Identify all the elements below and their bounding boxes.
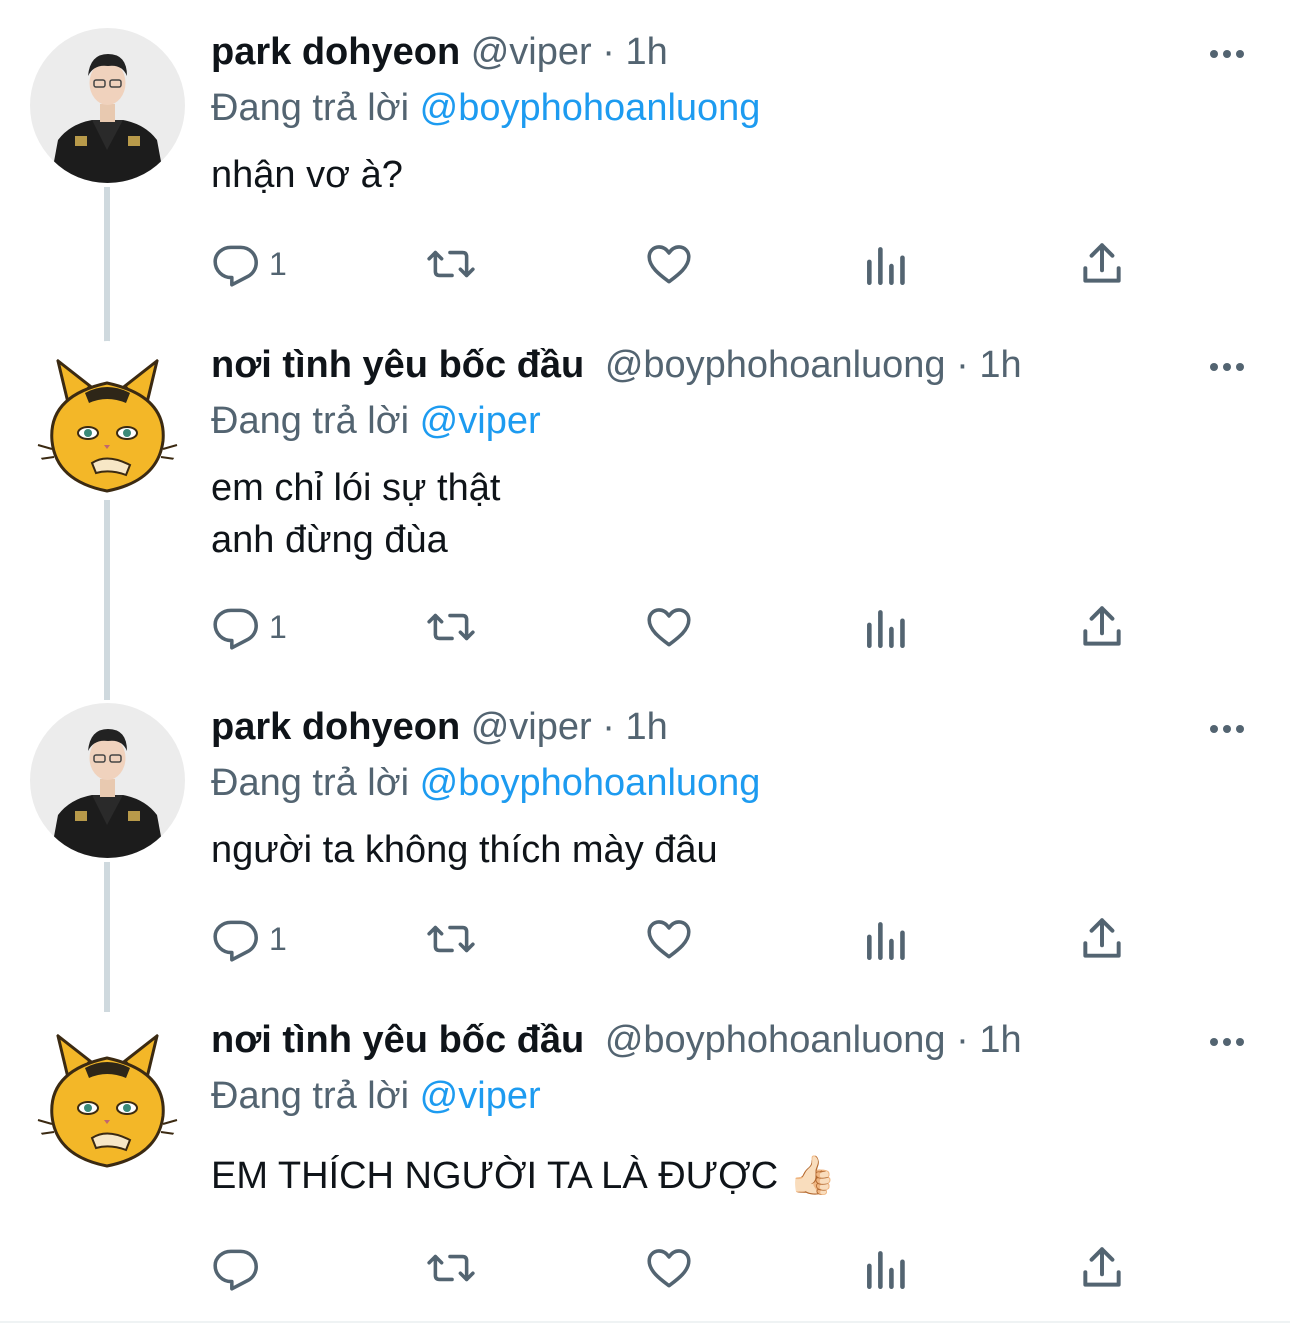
action-bar xyxy=(211,1238,1151,1298)
reply-icon xyxy=(213,245,258,287)
replying-to: Đang trả lời @boyphohoanluong xyxy=(211,757,760,809)
thread-line xyxy=(104,187,110,342)
action-bar: 1 xyxy=(211,234,1151,294)
share-icon xyxy=(1083,1247,1121,1287)
timestamp[interactable]: 1h xyxy=(625,706,667,748)
like-button[interactable] xyxy=(644,909,694,969)
tweet[interactable]: nơi tình yêu bốc đầu @boyphohoanluong · … xyxy=(0,1010,1290,1323)
views-button[interactable] xyxy=(861,597,911,657)
reply-count: 1 xyxy=(269,608,287,645)
tweet-text: EM THÍCH NGƯỜI TA LÀ ĐƯỢC 👍🏻 xyxy=(211,1155,837,1197)
share-button[interactable] xyxy=(1077,597,1127,657)
tweet-text: em chỉ lói sự thật anh đừng đùa xyxy=(211,467,501,561)
replying-label: Đang trả lời xyxy=(211,1075,410,1117)
retweet-button[interactable] xyxy=(426,909,476,969)
retweet-icon xyxy=(427,613,475,641)
tweet-header: park dohyeon @viper · 1h xyxy=(211,697,668,757)
tweet[interactable]: park dohyeon @viper · 1h Đang trả lời @b… xyxy=(0,697,1290,1012)
user-handle[interactable]: @boyphohoanluong xyxy=(605,1019,946,1061)
mention-link[interactable]: @boyphohoanluong xyxy=(420,87,761,129)
separator: · xyxy=(602,706,615,748)
replying-to: Đang trả lời @viper xyxy=(211,1070,541,1122)
like-icon xyxy=(647,608,691,647)
more-icon[interactable] xyxy=(1205,355,1249,379)
display-name[interactable]: nơi tình yêu bốc đầu xyxy=(211,344,584,386)
tweet-header: nơi tình yêu bốc đầu @boyphohoanluong · … xyxy=(211,1010,1022,1070)
tweet[interactable]: nơi tình yêu bốc đầu @boyphohoanluong · … xyxy=(0,335,1290,700)
views-button[interactable] xyxy=(861,1238,911,1298)
mention-link[interactable]: @boyphohoanluong xyxy=(420,762,761,804)
display-name[interactable]: nơi tình yêu bốc đầu xyxy=(211,1019,584,1061)
thread-line xyxy=(104,500,110,700)
reply-button[interactable]: 1 xyxy=(211,234,287,294)
views-icon xyxy=(867,1251,905,1290)
tweet-text: người ta không thích mày đâu xyxy=(211,829,718,871)
display-name[interactable]: park dohyeon xyxy=(211,31,460,73)
views-icon xyxy=(867,922,905,961)
reply-button[interactable] xyxy=(211,1238,269,1298)
user-handle[interactable]: @viper xyxy=(471,31,592,73)
display-name[interactable]: park dohyeon xyxy=(211,706,460,748)
avatar[interactable] xyxy=(30,341,185,496)
thread-line xyxy=(104,862,110,1012)
like-icon xyxy=(647,1249,691,1288)
replying-to: Đang trả lời @viper xyxy=(211,395,541,447)
reply-button[interactable]: 1 xyxy=(211,597,287,657)
reply-icon xyxy=(213,1249,258,1291)
share-button[interactable] xyxy=(1077,234,1127,294)
views-button[interactable] xyxy=(861,909,911,969)
like-icon xyxy=(647,245,691,284)
avatar[interactable] xyxy=(30,703,185,858)
retweet-button[interactable] xyxy=(426,234,476,294)
reply-button[interactable]: 1 xyxy=(211,909,287,969)
mention-link[interactable]: @viper xyxy=(420,1075,541,1117)
share-icon xyxy=(1083,918,1121,958)
replying-label: Đang trả lời xyxy=(211,762,410,804)
views-icon xyxy=(867,247,905,286)
reply-icon xyxy=(213,920,258,962)
retweet-button[interactable] xyxy=(426,597,476,657)
separator: · xyxy=(956,1019,969,1061)
views-button[interactable] xyxy=(861,234,911,294)
share-icon xyxy=(1083,243,1121,283)
like-button[interactable] xyxy=(644,1238,694,1298)
separator: · xyxy=(602,31,615,73)
reply-count: 1 xyxy=(269,920,287,957)
more-icon[interactable] xyxy=(1205,1030,1249,1054)
retweet-icon xyxy=(427,250,475,278)
like-button[interactable] xyxy=(644,234,694,294)
more-icon[interactable] xyxy=(1205,717,1249,741)
timestamp[interactable]: 1h xyxy=(979,344,1021,386)
mention-link[interactable]: @viper xyxy=(420,400,541,442)
like-icon xyxy=(647,920,691,959)
retweet-icon xyxy=(427,1254,475,1282)
views-icon xyxy=(867,610,905,649)
more-icon[interactable] xyxy=(1205,42,1249,66)
like-button[interactable] xyxy=(644,597,694,657)
tweet[interactable]: park dohyeon @viper · 1h Đang trả lời @b… xyxy=(0,22,1290,342)
replying-label: Đang trả lời xyxy=(211,400,410,442)
timestamp[interactable]: 1h xyxy=(625,31,667,73)
tweet-header: park dohyeon @viper · 1h xyxy=(211,22,668,82)
action-bar: 1 xyxy=(211,909,1151,969)
reply-icon xyxy=(213,608,258,650)
replying-label: Đang trả lời xyxy=(211,87,410,129)
user-handle[interactable]: @viper xyxy=(471,706,592,748)
tweet-text: nhận vơ à? xyxy=(211,154,403,196)
timestamp[interactable]: 1h xyxy=(979,1019,1021,1061)
share-icon xyxy=(1083,606,1121,646)
retweet-icon xyxy=(427,925,475,953)
avatar[interactable] xyxy=(30,28,185,183)
share-button[interactable] xyxy=(1077,1238,1127,1298)
share-button[interactable] xyxy=(1077,909,1127,969)
reply-count: 1 xyxy=(269,245,287,282)
avatar[interactable] xyxy=(30,1016,185,1171)
replying-to: Đang trả lời @boyphohoanluong xyxy=(211,82,760,134)
tweet-header: nơi tình yêu bốc đầu @boyphohoanluong · … xyxy=(211,335,1022,395)
action-bar: 1 xyxy=(211,597,1151,657)
separator: · xyxy=(956,344,969,386)
user-handle[interactable]: @boyphohoanluong xyxy=(605,344,946,386)
retweet-button[interactable] xyxy=(426,1238,476,1298)
